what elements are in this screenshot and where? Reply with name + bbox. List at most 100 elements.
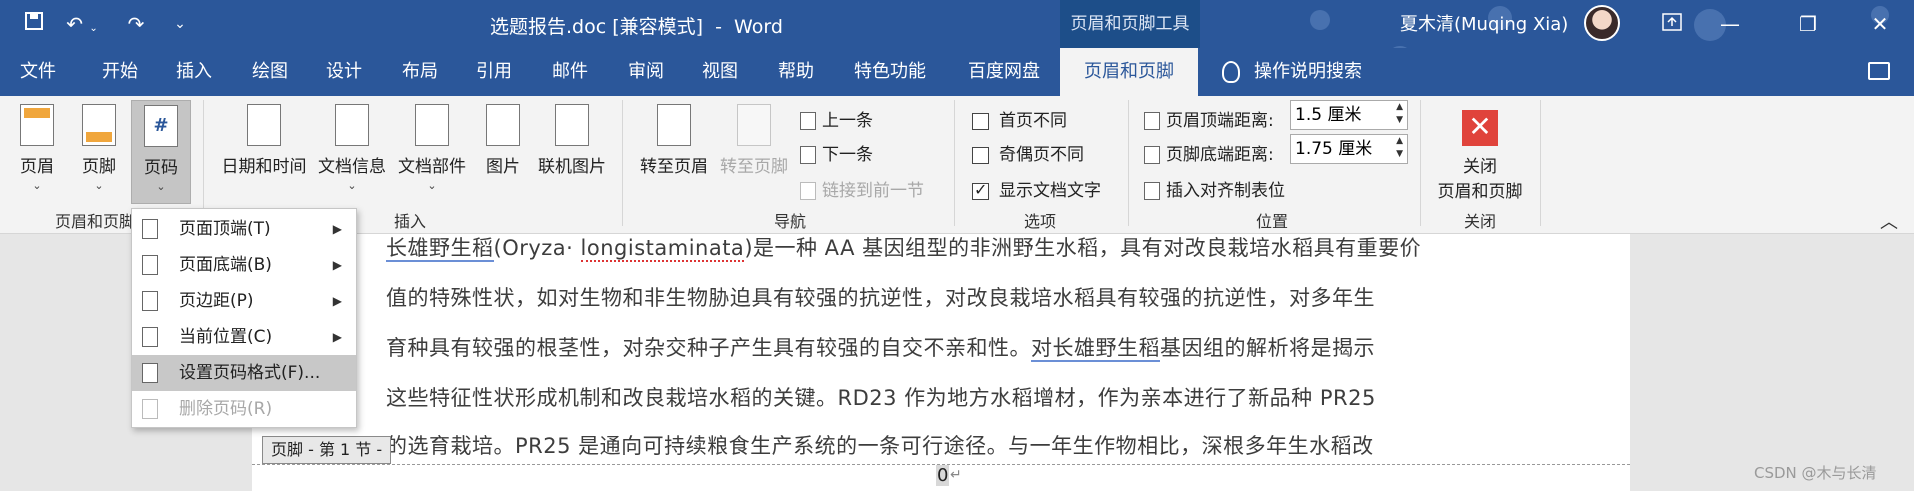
different-odd-even-checkbox[interactable]: 奇偶页不同 [972, 140, 1084, 165]
current-position-icon [142, 327, 158, 347]
different-first-page-checkbox[interactable]: 首页不同 [972, 106, 1067, 131]
menu-item-format-page-numbers[interactable]: 设置页码格式(F)... [132, 355, 356, 391]
footer-button[interactable]: 页脚 ⌄ [74, 104, 124, 192]
minimize-icon[interactable]: — [1702, 0, 1758, 48]
insert-alignment-tab-button[interactable]: 插入对齐制表位 [1144, 176, 1285, 201]
header-top-distance-input[interactable]: 1.5 厘米 ▲ ▼ [1290, 100, 1408, 130]
previous-button[interactable]: 上一条 [800, 106, 873, 131]
tab-file[interactable]: 文件 [0, 48, 76, 96]
picture-icon [486, 104, 520, 146]
online-pictures-button[interactable]: 联机图片 [534, 104, 610, 177]
footer-bottom-distance-input[interactable]: 1.75 厘米 ▲ ▼ [1290, 134, 1408, 164]
page-number-menu: 页面顶端(T) ▶ 页面底端(B) ▶ 页边距(P) ▶ 当前位置(C) ▶ 设… [131, 208, 357, 428]
group-label-insert: 插入 [393, 212, 426, 231]
group-separator [1540, 100, 1541, 226]
avatar[interactable] [1584, 5, 1620, 41]
contextual-tools-label: 页眉和页脚工具 [1060, 0, 1200, 48]
header-icon [20, 104, 54, 146]
page-bottom-icon [142, 255, 158, 275]
header-position-icon [1144, 112, 1160, 130]
restore-icon[interactable]: ❐ [1780, 0, 1836, 48]
goto-header-icon [657, 104, 691, 146]
tab-view[interactable]: 视图 [690, 48, 750, 96]
tab-review[interactable]: 审阅 [616, 48, 676, 96]
tab-mailings[interactable]: 邮件 [540, 48, 600, 96]
header-button[interactable]: 页眉 ⌄ [12, 104, 62, 192]
doc-parts-button[interactable]: 文档部件 ⌄ [394, 104, 470, 192]
header-top-distance-label: 页眉顶端距离: [1144, 106, 1274, 131]
next-button[interactable]: 下一条 [800, 140, 873, 165]
collapse-ribbon-icon[interactable]: ︿ [1880, 208, 1898, 234]
close-icon[interactable]: ✕ [1852, 0, 1908, 48]
menu-item-page-margins[interactable]: 页边距(P) ▶ [132, 283, 356, 319]
comments-icon[interactable] [1868, 62, 1890, 80]
paragraph-mark: ↵ [950, 467, 962, 483]
checkbox[interactable] [972, 112, 989, 130]
group-separator [954, 100, 955, 226]
submenu-arrow-icon: ▶ [332, 258, 342, 272]
page-number-button[interactable]: # 页码 ⌄ [131, 100, 191, 204]
tab-design[interactable]: 设计 [314, 48, 374, 96]
calendar-clock-icon [247, 104, 281, 146]
goto-footer-icon [737, 104, 771, 146]
footer-position-icon [1144, 146, 1160, 164]
spinner-arrows-icon[interactable]: ▲ ▼ [1396, 135, 1403, 161]
search-label: 操作说明搜索 [1254, 61, 1362, 82]
tell-me-search[interactable]: 操作说明搜索 [1222, 48, 1362, 96]
window-title: 选题报告.doc [兼容模式] - Word [490, 16, 783, 38]
quick-parts-icon [415, 104, 449, 146]
tab-help[interactable]: 帮助 [766, 48, 826, 96]
undo-icon[interactable]: ↶ ⌄ [62, 10, 102, 38]
lightbulb-icon [1222, 61, 1240, 83]
user-name[interactable]: 夏木清(Muqing Xia) [1400, 10, 1568, 36]
menu-item-bottom-of-page[interactable]: 页面底端(B) ▶ [132, 247, 356, 283]
tab-draw[interactable]: 绘图 [240, 48, 300, 96]
document-line: 长雄野生稻(Oryza· longistaminata)是一种 AA 基因组型的… [386, 236, 1422, 262]
tab-special-features[interactable]: 特色功能 [840, 48, 940, 96]
group-label-close: 关闭 [1463, 212, 1496, 231]
menu-item-current-position[interactable]: 当前位置(C) ▶ [132, 319, 356, 355]
ribbon-tabs: 文件 开始 插入 绘图 设计 布局 引用 邮件 审阅 视图 帮助 特色功能 百度… [0, 48, 1914, 96]
tab-references[interactable]: 引用 [464, 48, 524, 96]
submenu-arrow-icon: ▶ [332, 222, 342, 236]
alignment-tab-icon [1144, 182, 1160, 200]
goto-header-button[interactable]: 转至页眉 [636, 104, 712, 177]
submenu-arrow-icon: ▶ [332, 330, 342, 344]
close-x-icon: ✕ [1462, 110, 1498, 146]
doc-info-button[interactable]: 文档信息 ⌄ [314, 104, 390, 192]
group-label-options: 选项 [1023, 212, 1056, 231]
ribbon-display-icon[interactable] [1644, 0, 1700, 48]
page-margin-icon [142, 291, 158, 311]
document-info-icon [335, 104, 369, 146]
link-previous-button[interactable]: 链接到前一节 [800, 176, 924, 201]
pictures-button[interactable]: 图片 [478, 104, 528, 177]
group-label-position: 位置 [1255, 212, 1288, 231]
tab-baidu-netdisk[interactable]: 百度网盘 [954, 48, 1054, 96]
spinner-arrows-icon[interactable]: ▲ ▼ [1396, 101, 1403, 127]
remove-page-number-icon [142, 399, 158, 419]
title-bar: ↶ ⌄ ↷ ⌄ 选题报告.doc [兼容模式] - Word 页眉和页脚工具 夏… [0, 0, 1914, 80]
tab-home[interactable]: 开始 [90, 48, 150, 96]
page-number-field[interactable]: 0 [936, 465, 950, 486]
group-separator [1128, 100, 1129, 226]
tab-insert[interactable]: 插入 [164, 48, 224, 96]
menu-item-remove-page-numbers[interactable]: 删除页码(R) [132, 391, 356, 427]
save-icon[interactable] [20, 10, 48, 38]
group-label-navigation: 导航 [773, 212, 806, 231]
date-time-button[interactable]: 日期和时间 [216, 104, 312, 177]
page-top-icon [142, 219, 158, 239]
checkbox[interactable] [972, 146, 989, 164]
document-line: 这些特征性状形成机制和改良栽培水稻的关键。RD23 作为地方水稻增材，作为亲本进… [386, 386, 1376, 410]
format-page-number-icon [142, 363, 158, 383]
goto-footer-button[interactable]: 转至页脚 [716, 104, 792, 177]
redo-icon[interactable]: ↷ [122, 10, 150, 38]
customize-icon[interactable]: ⌄ [166, 10, 194, 38]
tab-header-footer[interactable]: 页眉和页脚 [1060, 48, 1198, 96]
footer-icon [82, 104, 116, 146]
document-line: 值的特殊性状，如对生物和非生物胁迫具有较强的抗逆性，对改良栽培水稻具有较强的抗逆… [386, 286, 1375, 310]
checkbox-checked[interactable] [972, 180, 989, 200]
tab-layout[interactable]: 布局 [390, 48, 450, 96]
menu-item-top-of-page[interactable]: 页面顶端(T) ▶ [132, 211, 356, 247]
show-document-text-checkbox[interactable]: 显示文档文字 [972, 176, 1101, 201]
close-header-footer-button[interactable]: ✕ 关闭 页眉和页脚 [1430, 110, 1530, 202]
